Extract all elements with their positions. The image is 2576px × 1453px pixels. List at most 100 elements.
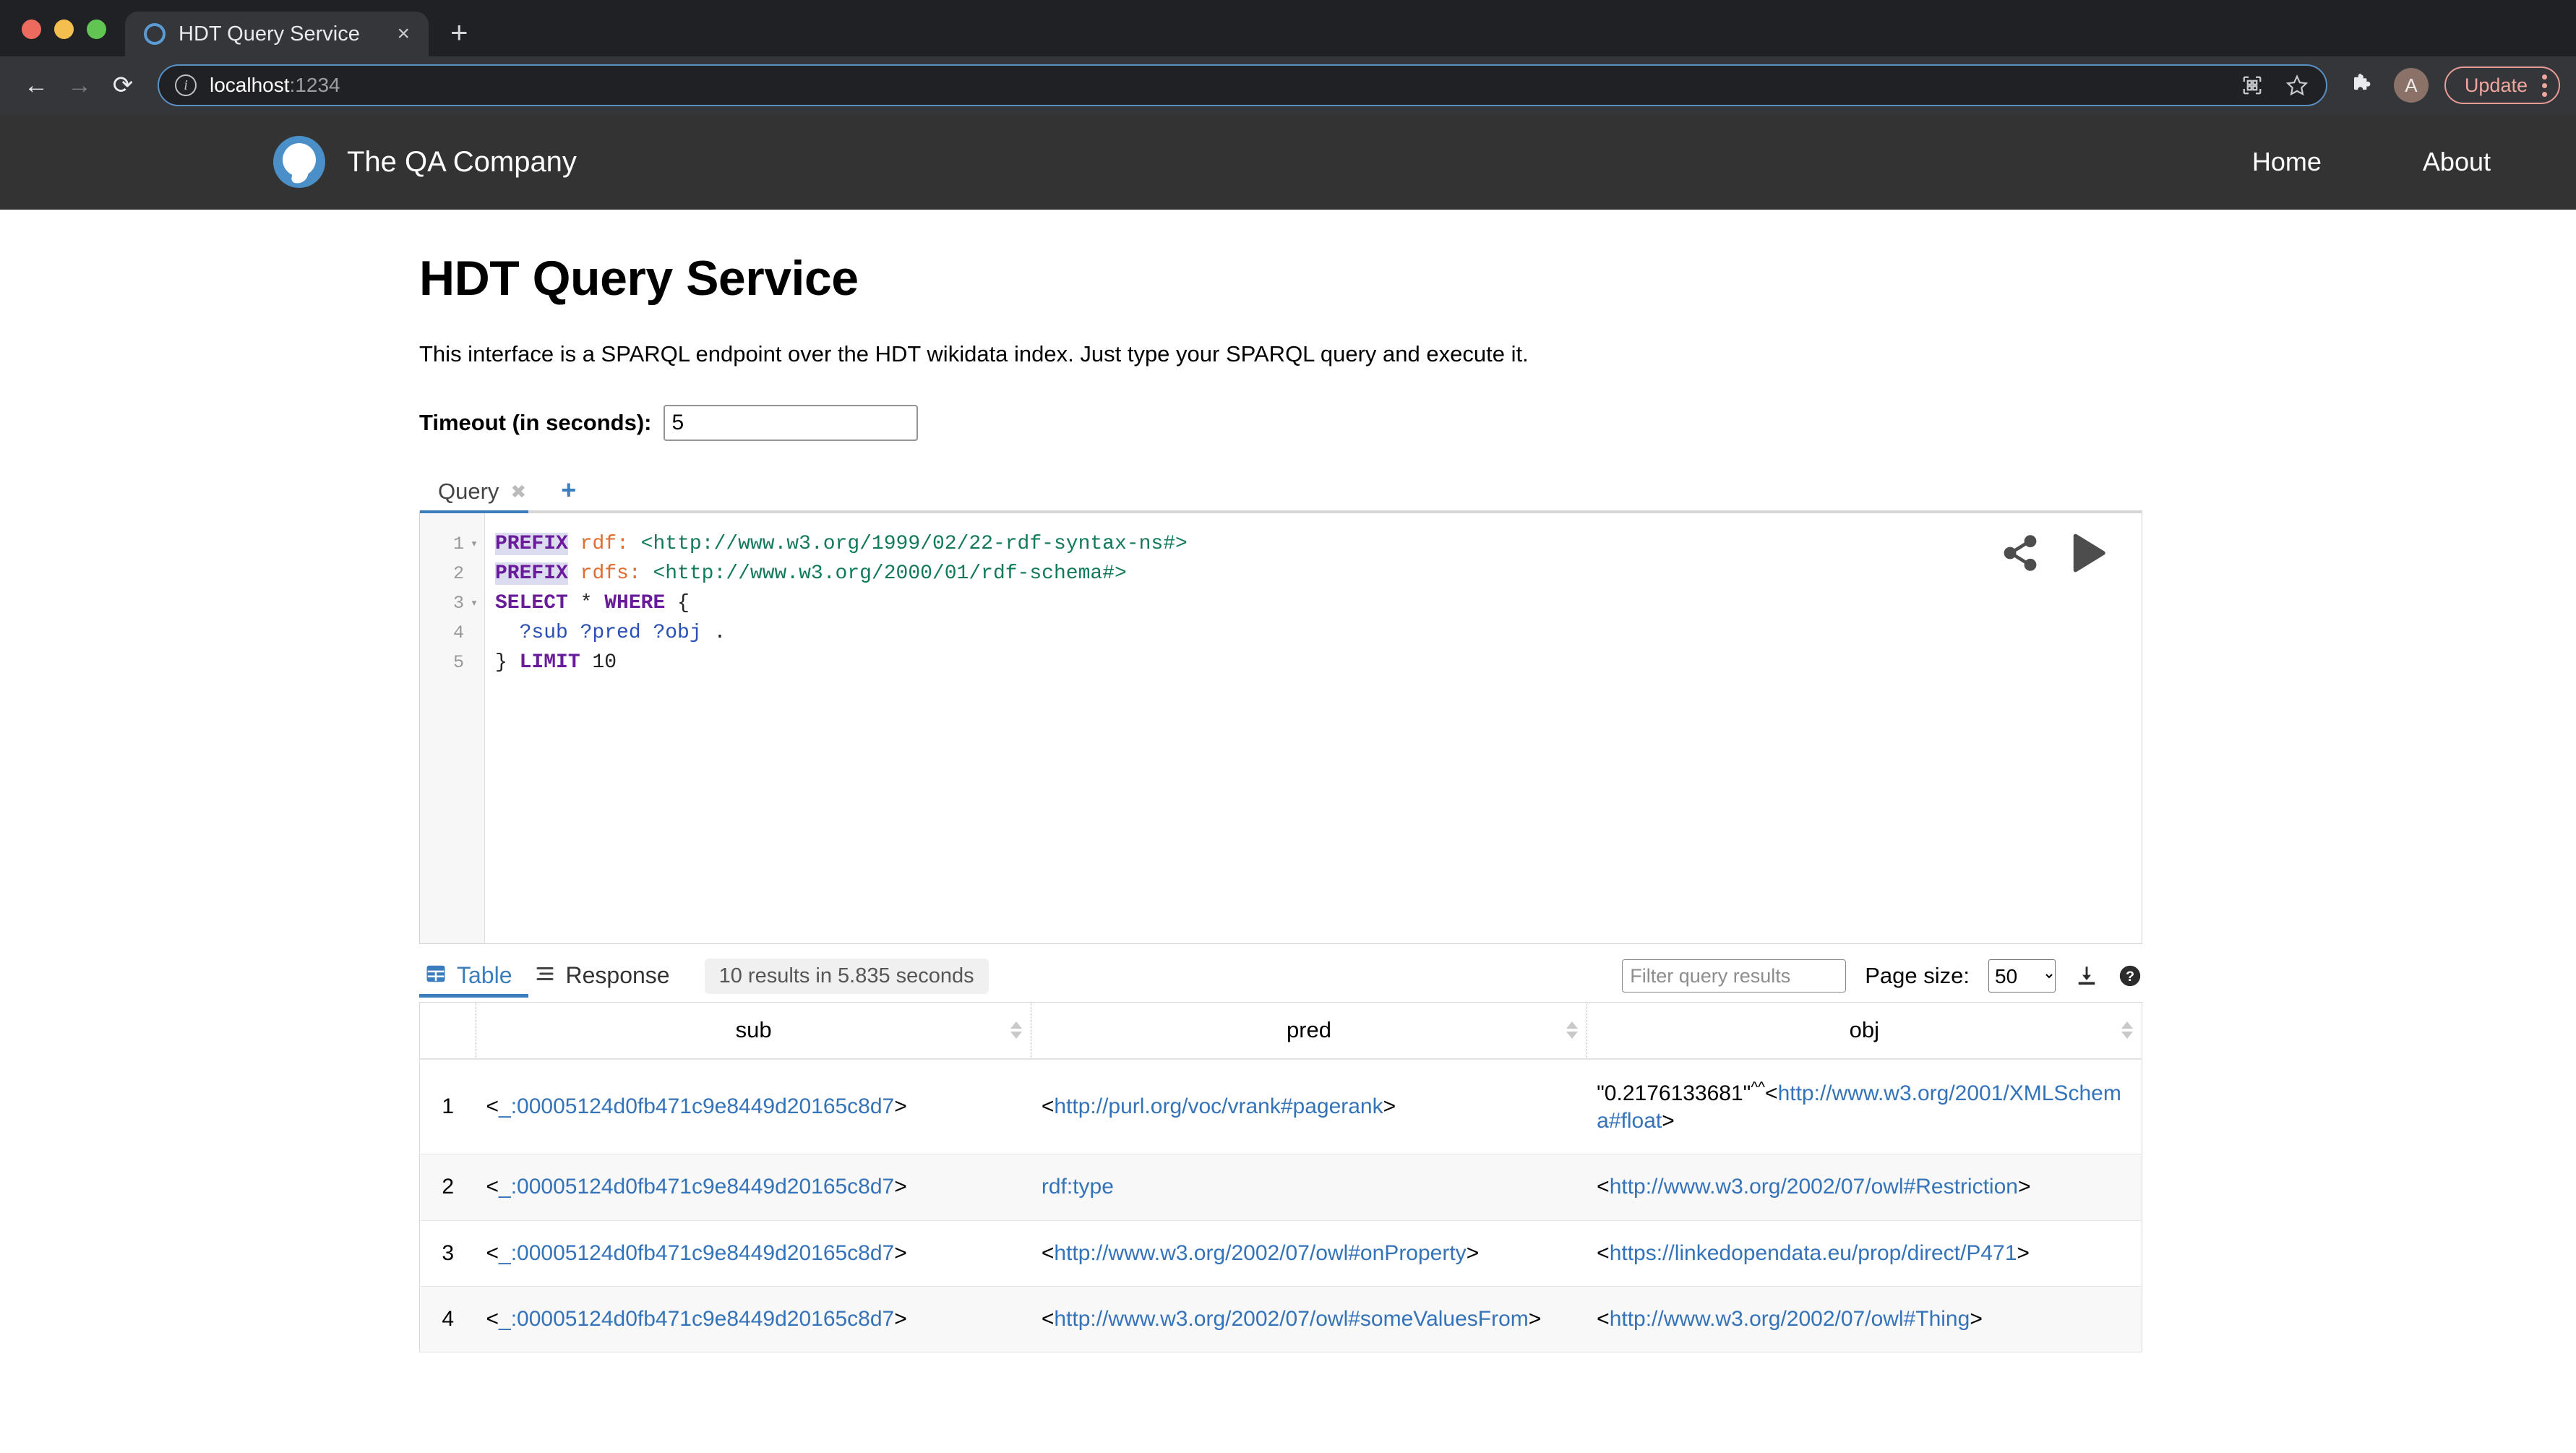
timeout-input[interactable] (663, 405, 918, 441)
angle-bracket-close: > (894, 1240, 907, 1265)
help-circle-icon[interactable]: ? (2118, 964, 2142, 988)
table-row: 4 <_:00005124d0fb471c9e8449d20165c8d7> <ht… (419, 1286, 2142, 1353)
code-token: <http://www.w3.org/1999/02/22-rdf-syntax… (640, 533, 1188, 555)
close-window-button[interactable] (22, 20, 41, 39)
column-header-pred[interactable]: pred (1031, 1002, 1587, 1060)
resource-link[interactable]: http://www.w3.org/2002/07/owl#someValues… (1054, 1307, 1528, 1331)
tab-favicon-icon (144, 23, 166, 45)
angle-bracket-close: > (1383, 1094, 1396, 1118)
code-line: PREFIX rdf: <http://www.w3.org/1999/02/2… (495, 529, 2142, 559)
reload-icon[interactable]: ⟳ (103, 65, 143, 106)
results-toolbar-right: Page size: 10501001000 ? (1622, 959, 2142, 1000)
tab-table-label: Table (457, 961, 512, 988)
maximize-window-button[interactable] (87, 20, 106, 39)
page-size-label: Page size: (1865, 963, 1970, 988)
nav-link-about[interactable]: About (2423, 147, 2491, 177)
profile-avatar[interactable]: A (2393, 68, 2429, 103)
forward-icon[interactable]: → (59, 65, 100, 106)
fold-toggle-icon[interactable]: ▾ (468, 596, 480, 611)
resource-link[interactable]: http://www.w3.org/2002/07/owl#onProperty (1054, 1241, 1466, 1265)
site-info-icon[interactable]: i (175, 74, 197, 96)
sort-arrows-icon[interactable] (2121, 1021, 2133, 1040)
code-token: rdf: (580, 533, 629, 555)
download-icon[interactable] (2074, 964, 2099, 988)
code-line: PREFIX rdfs: <http://www.w3.org/2000/01/… (495, 559, 2142, 588)
kebab-menu-icon[interactable] (2539, 74, 2550, 97)
qr-code-icon[interactable] (2236, 69, 2268, 101)
page-viewport: The QA Company Home About HDT Query Serv… (0, 114, 2576, 1453)
run-query-button[interactable] (2064, 529, 2111, 580)
code-token: ?sub ?pred ?obj (519, 622, 702, 644)
line-number: 2 (452, 563, 464, 584)
angle-bracket-open: < (486, 1240, 499, 1265)
resource-link[interactable]: http://purl.org/voc/vrank#pagerank (1054, 1094, 1383, 1118)
close-tab-icon[interactable]: × (392, 23, 414, 45)
site-header: The QA Company Home About (0, 114, 2576, 210)
angle-bracket-close: > (1528, 1307, 1542, 1332)
brand[interactable]: The QA Company (273, 136, 577, 188)
site-navigation: Home About (2252, 147, 2491, 177)
line-number-row: 3 ▾ (420, 588, 484, 618)
resource-link[interactable]: _:00005124d0fb471c9e8449d20165c8d7 (499, 1241, 894, 1265)
nav-link-home[interactable]: Home (2252, 147, 2322, 177)
code-token: . (701, 622, 726, 644)
back-icon[interactable]: ← (16, 65, 56, 106)
cell-sub: <_:00005124d0fb471c9e8449d20165c8d7> (476, 1286, 1031, 1353)
browser-tab[interactable]: HDT Query Service × (125, 12, 429, 56)
resource-link[interactable]: http://www.w3.org/2002/07/owl#Thing (1610, 1307, 1970, 1331)
cell-obj: <http://www.w3.org/2002/07/owl#Thing> (1587, 1286, 2142, 1353)
resource-link[interactable]: _:00005124d0fb471c9e8449d20165c8d7 (499, 1175, 894, 1199)
sparql-code-text[interactable]: PREFIX rdf: <http://www.w3.org/1999/02/2… (485, 513, 2142, 943)
resource-link[interactable]: rdf:type (1042, 1175, 1114, 1199)
table-row: 2 <_:00005124d0fb471c9e8449d20165c8d7> rdf… (419, 1154, 2142, 1221)
add-query-tab-button[interactable]: + (542, 477, 595, 510)
results-table-head: sub pred obj (419, 1002, 2142, 1060)
angle-bracket-open: < (486, 1307, 499, 1332)
resource-link[interactable]: https://linkedopendata.eu/prop/direct/P4… (1610, 1241, 2017, 1265)
code-token: PREFIX (495, 562, 568, 585)
angle-bracket-open: < (486, 1094, 499, 1118)
update-button[interactable]: Update (2444, 67, 2560, 104)
resource-link[interactable]: _:00005124d0fb471c9e8449d20165c8d7 (499, 1094, 894, 1118)
close-query-tab-icon[interactable]: ✖ (510, 481, 526, 503)
angle-bracket-open: < (1597, 1175, 1610, 1199)
bookmark-star-icon[interactable] (2281, 69, 2313, 101)
code-token: <http://www.w3.org/2000/01/rdf-schema#> (653, 562, 1127, 585)
cell-sub: <_:00005124d0fb471c9e8449d20165c8d7> (476, 1154, 1031, 1221)
sort-arrows-icon[interactable] (1010, 1021, 1023, 1040)
svg-text:?: ? (2126, 969, 2134, 985)
filter-results-input[interactable] (1622, 959, 1847, 993)
extensions-puzzle-icon[interactable] (2345, 67, 2381, 103)
query-editor-section: Query ✖ + 1 ▾ 2 3 ▾ 4 5 PREFIX rdf: <http:… (419, 473, 2142, 944)
line-number: 5 (452, 652, 464, 673)
angle-bracket-open: < (1597, 1307, 1610, 1332)
tab-table[interactable]: Table (419, 962, 528, 998)
column-header-sub[interactable]: sub (476, 1002, 1032, 1060)
tab-response[interactable]: Response (528, 962, 686, 998)
line-number-row: 4 (420, 618, 484, 648)
column-header-obj[interactable]: obj (1587, 1002, 2142, 1060)
new-tab-button[interactable]: + (450, 17, 468, 48)
code-token: rdfs: (580, 562, 641, 585)
fold-toggle-icon[interactable]: ▾ (468, 536, 480, 552)
update-button-label: Update (2464, 74, 2528, 96)
angle-bracket-open: < (1041, 1094, 1055, 1118)
address-bar[interactable]: i localhost:1234 (158, 64, 2327, 106)
sparql-code-editor[interactable]: 1 ▾ 2 3 ▾ 4 5 PREFIX rdf: <http://www.w3.o… (419, 510, 2142, 944)
query-tab[interactable]: Query ✖ (419, 479, 542, 510)
results-toolbar: Table Response 10 results in 5.835 secon… (419, 957, 2142, 1002)
row-index-header (419, 1002, 476, 1060)
resource-link[interactable]: _:00005124d0fb471c9e8449d20165c8d7 (499, 1307, 894, 1331)
list-lines-icon (534, 963, 556, 988)
resource-link[interactable]: http://www.w3.org/2002/07/owl#Restrictio… (1610, 1175, 2018, 1199)
cell-sub: <_:00005124d0fb471c9e8449d20165c8d7> (476, 1220, 1031, 1287)
share-icon[interactable] (2000, 533, 2040, 577)
minimize-window-button[interactable] (54, 20, 74, 39)
angle-bracket-close: > (2017, 1175, 2031, 1199)
page-size-select[interactable]: 10501001000 (1988, 959, 2056, 993)
sort-arrows-icon[interactable] (1566, 1021, 1578, 1040)
